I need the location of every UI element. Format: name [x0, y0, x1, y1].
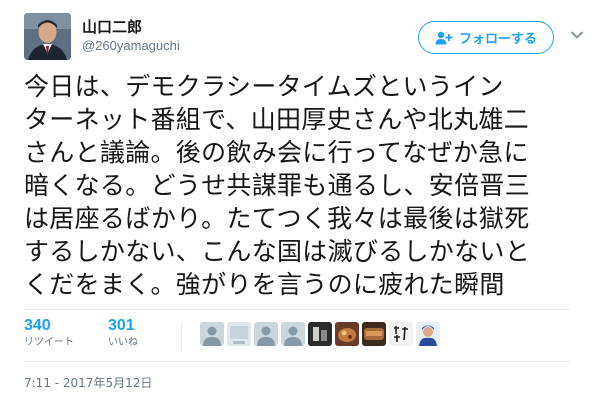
tweet-text-line: くだをまく。強がりを言うのに疲れた瞬間 — [24, 270, 505, 299]
add-user-icon — [435, 31, 453, 45]
liker-avatar[interactable] — [389, 322, 413, 346]
retweet-label: リツイート — [24, 337, 74, 348]
follow-button-label: フォローする — [458, 32, 537, 47]
liker-avatar[interactable] — [227, 322, 251, 346]
likers-avatars — [200, 322, 440, 346]
retweet-stat[interactable]: 340 リツイート — [24, 316, 74, 350]
like-label: いいね — [108, 337, 138, 348]
stat-divider — [181, 322, 182, 352]
tweet-text-line: するしかない、こんな国は滅びるしかないと — [24, 237, 531, 266]
liker-avatar[interactable] — [200, 322, 224, 346]
liker-avatar[interactable] — [308, 322, 332, 346]
liker-avatar[interactable] — [281, 322, 305, 346]
tweet-text-line: 今日は、デモクラシータイムズというイン — [24, 72, 504, 101]
user-display-name[interactable]: 山口二郎 — [82, 16, 142, 37]
tweet-text-line: さんと議論。後の飲み会に行ってなぜか急に — [24, 138, 529, 167]
tweet-timestamp[interactable]: 7:11 - 2017年5月12日 — [24, 374, 152, 391]
liker-avatar[interactable] — [254, 322, 278, 346]
tweet-card: 山口二郎 @260yamaguchi フォローする 今日は、デモクラシータイムズ… — [0, 0, 594, 401]
tweet-text: 今日は、デモクラシータイムズというイン ターネット番組で、山田厚史さんや北丸雄二… — [24, 70, 572, 301]
tweet-text-line: は居座るばかり。たてつく我々は最後は獄死 — [24, 204, 530, 233]
divider — [24, 309, 570, 310]
tweet-text-line: ターネット番組で、山田厚史さんや北丸雄二 — [24, 105, 530, 134]
tweet-text-line: 暗くなる。どうせ共謀罪も通るし、安倍晋三 — [24, 171, 531, 200]
liker-avatar[interactable] — [416, 322, 440, 346]
liker-avatar[interactable] — [362, 322, 386, 346]
avatar[interactable] — [24, 13, 71, 60]
liker-avatar[interactable] — [335, 322, 359, 346]
divider — [24, 361, 570, 362]
chevron-down-icon[interactable] — [569, 27, 585, 43]
avatar-photo — [24, 13, 71, 60]
like-count: 301 — [108, 317, 135, 334]
retweet-count: 340 — [24, 317, 51, 334]
user-handle[interactable]: @260yamaguchi — [82, 38, 180, 53]
follow-button[interactable]: フォローする — [418, 21, 554, 54]
like-stat[interactable]: 301 いいね — [108, 316, 138, 350]
